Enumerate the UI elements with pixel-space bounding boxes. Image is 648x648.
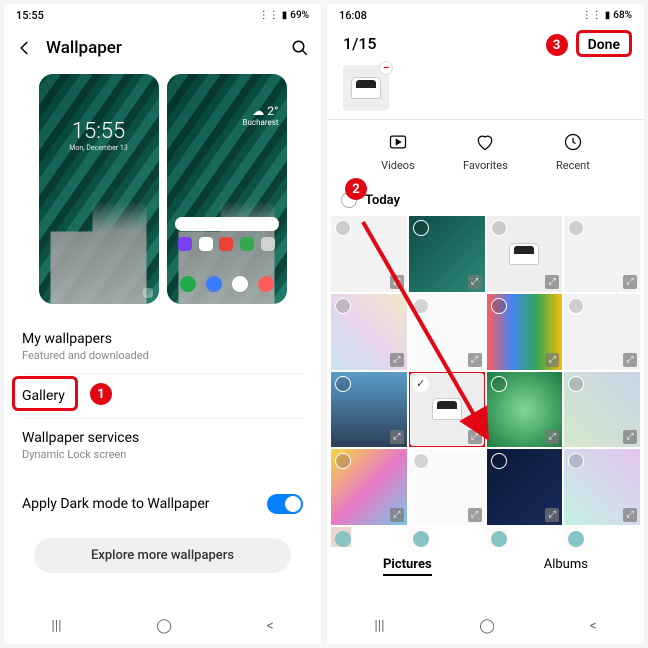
wallpaper-services-item[interactable]: Wallpaper services Dynamic Lock screen bbox=[4, 419, 321, 472]
gallery-item[interactable]: Gallery 1 bbox=[4, 374, 321, 418]
annotation-step-1: 1 bbox=[90, 383, 112, 405]
albums-tab[interactable]: Albums bbox=[544, 557, 588, 576]
search-icon[interactable] bbox=[291, 39, 309, 57]
pictures-tab[interactable]: Pictures bbox=[383, 557, 432, 576]
category-tabs: Videos Favorites Recent bbox=[327, 120, 644, 184]
thumb[interactable]: ⤢ bbox=[487, 294, 563, 370]
annotation-step-3: 3 bbox=[546, 34, 568, 56]
home-screen-preview[interactable]: ☁ 2° Bucharest bbox=[167, 74, 287, 304]
settings-list: My wallpapers Featured and downloaded Ga… bbox=[4, 320, 321, 472]
thumb[interactable]: ⤢ bbox=[409, 449, 485, 525]
lock-time: 15:55 bbox=[39, 119, 159, 144]
selection-header: 1/15 Done 3 bbox=[327, 26, 644, 61]
thumb[interactable] bbox=[409, 527, 429, 547]
status-bar: 16:08 ⋮⋮ ▮ 68% bbox=[327, 4, 644, 26]
car-image bbox=[351, 77, 381, 99]
lock-screen-preview[interactable]: 15:55 Mon, December 13 bbox=[39, 74, 159, 304]
favorites-tab[interactable]: Favorites bbox=[463, 132, 508, 172]
thumb[interactable] bbox=[487, 527, 507, 547]
wallpaper-previews: 15:55 Mon, December 13 ☁ 2° Bucharest bbox=[4, 70, 321, 316]
videos-tab[interactable]: Videos bbox=[381, 132, 415, 172]
phone-icon bbox=[180, 276, 196, 292]
app-icon bbox=[199, 237, 213, 251]
home-button[interactable]: ◯ bbox=[156, 618, 172, 634]
selected-thumbnail[interactable]: – bbox=[343, 65, 389, 111]
status-time: 16:08 bbox=[339, 9, 367, 22]
camera-icon bbox=[258, 276, 274, 292]
back-icon[interactable] bbox=[16, 39, 34, 57]
home-button[interactable]: ◯ bbox=[479, 618, 495, 634]
thumb[interactable]: ⤢ bbox=[564, 294, 640, 370]
phone-left-wallpaper-settings: 15:55 ⋮⋮ ▮ 69% Wallpaper 15:55 Mon, Dece… bbox=[4, 4, 321, 644]
selection-count: 1/15 bbox=[343, 34, 377, 53]
annotation-step-2: 2 bbox=[345, 178, 367, 200]
remove-icon[interactable]: – bbox=[379, 61, 393, 75]
weather-widget: ☁ 2° Bucharest bbox=[175, 104, 279, 127]
recents-button[interactable]: ||| bbox=[374, 618, 384, 634]
video-icon bbox=[388, 132, 408, 152]
battery-label: 69% bbox=[290, 10, 309, 21]
camera-shortcut-icon bbox=[143, 288, 153, 298]
app-icon bbox=[178, 237, 192, 251]
my-wallpapers-item[interactable]: My wallpapers Featured and downloaded bbox=[4, 320, 321, 373]
phone-right-gallery-picker: 16:08 ⋮⋮ ▮ 68% 1/15 Done 3 – Videos Favo… bbox=[327, 4, 644, 644]
nav-back-button[interactable]: < bbox=[590, 618, 597, 634]
thumb[interactable]: ⤢ bbox=[564, 372, 640, 448]
wifi-icon: ⋮⋮ bbox=[259, 10, 279, 21]
lock-date: Mon, December 13 bbox=[39, 144, 159, 152]
recents-button[interactable]: ||| bbox=[51, 618, 61, 634]
google-search-bar bbox=[175, 217, 279, 231]
dark-mode-toggle[interactable] bbox=[267, 494, 303, 514]
annotation-box-done bbox=[576, 30, 632, 57]
clock-icon bbox=[563, 132, 583, 152]
messages-icon bbox=[206, 276, 222, 292]
recent-tab[interactable]: Recent bbox=[556, 132, 590, 172]
thumb[interactable]: ⤢ bbox=[487, 449, 563, 525]
wifi-icon: ⋮⋮ bbox=[582, 10, 602, 21]
status-right: ⋮⋮ ▮ 69% bbox=[259, 10, 309, 21]
status-time: 15:55 bbox=[16, 9, 44, 22]
app-icon bbox=[219, 237, 233, 251]
signal-icon: ▮ bbox=[605, 10, 611, 21]
thumb[interactable]: ⤢ bbox=[487, 216, 563, 292]
thumb[interactable]: ⤢ bbox=[331, 449, 407, 525]
dark-mode-toggle-row: Apply Dark mode to Wallpaper bbox=[4, 480, 321, 528]
thumb[interactable] bbox=[564, 527, 584, 547]
page-title: Wallpaper bbox=[46, 38, 279, 58]
status-bar: 15:55 ⋮⋮ ▮ 69% bbox=[4, 4, 321, 26]
annotation-arrow bbox=[357, 216, 497, 446]
thumb[interactable]: ⤢ bbox=[564, 449, 640, 525]
nav-back-button[interactable]: < bbox=[267, 618, 274, 634]
app-dock bbox=[175, 276, 279, 292]
battery-label: 68% bbox=[613, 10, 632, 21]
status-right: ⋮⋮ ▮ 68% bbox=[582, 10, 632, 21]
bottom-tabs: Pictures Albums bbox=[327, 547, 644, 580]
thumb[interactable] bbox=[331, 527, 351, 547]
thumb[interactable]: ⤢ bbox=[564, 216, 640, 292]
heart-icon bbox=[475, 132, 495, 152]
signal-icon: ▮ bbox=[282, 10, 288, 21]
header: Wallpaper bbox=[4, 26, 321, 70]
browser-icon bbox=[232, 276, 248, 292]
annotation-box-gallery bbox=[12, 376, 78, 411]
thumb[interactable]: ⤢ bbox=[487, 372, 563, 448]
navigation-bar: ||| ◯ < bbox=[4, 608, 321, 644]
app-icon bbox=[261, 237, 275, 251]
app-icon bbox=[240, 237, 254, 251]
explore-more-button[interactable]: Explore more wallpapers bbox=[34, 538, 291, 573]
navigation-bar: ||| ◯ < bbox=[327, 608, 644, 644]
section-today: Today bbox=[327, 184, 644, 216]
